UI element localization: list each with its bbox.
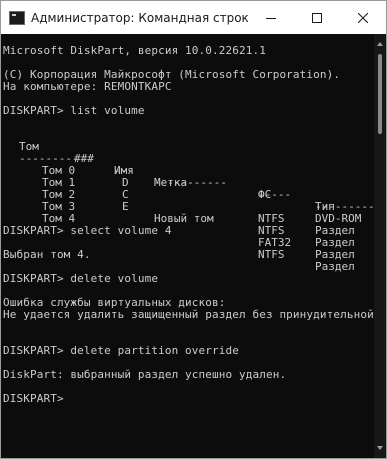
separator-fs: ----- xyxy=(258,188,292,201)
title-bar[interactable]: Администратор: Командная строка -... xyxy=(1,1,386,34)
command-list-volume: DISKPART> list volume xyxy=(3,104,145,117)
table-row: Том 2 E Новый том NTFS Раздел xyxy=(1,177,355,249)
table-row: Том 0 D DVD-ROM xyxy=(1,153,361,225)
table-row: Том 4 NTFS Раздел xyxy=(1,201,355,273)
terminal-icon xyxy=(9,10,25,25)
close-button[interactable] xyxy=(340,1,386,34)
computer-line: На компьютере: REMONTKAPC xyxy=(3,80,172,93)
error-detail-line: Не удается удалить защищенный раздел без… xyxy=(3,308,374,321)
separator-label: ----------- xyxy=(154,176,227,189)
maximize-icon xyxy=(312,12,322,23)
window-title: Администратор: Командная строка -... xyxy=(31,10,248,25)
table-row: Том 1 C NTFS Раздел xyxy=(1,165,355,237)
letter-cell: E xyxy=(122,200,129,213)
console-output[interactable]: Microsoft DiskPart, версия 10.0.22621.1 … xyxy=(1,34,374,458)
command-delete-volume: DISKPART> delete volume xyxy=(3,272,159,285)
table-row: Том 3 FAT32 Раздел xyxy=(1,189,355,261)
select-result-line: Выбран том 4. xyxy=(3,248,91,261)
vertical-scrollbar[interactable] xyxy=(374,34,386,458)
delete-result-line: DiskPart: выбранный раздел успешно удале… xyxy=(3,368,287,381)
maximize-button[interactable] xyxy=(294,1,340,34)
command-prompt[interactable]: DISKPART> xyxy=(3,393,64,405)
table-header-row: Том ### Имя Метка ФС Тип xyxy=(1,129,335,213)
command-prompt-window: Администратор: Командная строка -... Mic… xyxy=(0,0,387,459)
minimize-button[interactable] xyxy=(248,1,294,34)
scroll-down-arrow-icon[interactable] xyxy=(377,446,383,450)
table-separator-row: --------- --- ----------- ----- --------… xyxy=(1,141,374,213)
version-line: Microsoft DiskPart, версия 10.0.22621.1 xyxy=(3,44,266,57)
command-delete-partition: DISKPART> delete partition override xyxy=(3,344,239,357)
scroll-up-arrow-icon[interactable] xyxy=(377,42,383,46)
type-cell: Раздел xyxy=(315,260,355,273)
command-select-volume: DISKPART> select volume 4 xyxy=(3,224,172,237)
fs-cell: NTFS xyxy=(258,248,285,261)
scroll-thumb[interactable] xyxy=(378,54,382,134)
minimize-icon xyxy=(266,17,276,19)
close-icon xyxy=(358,12,368,23)
